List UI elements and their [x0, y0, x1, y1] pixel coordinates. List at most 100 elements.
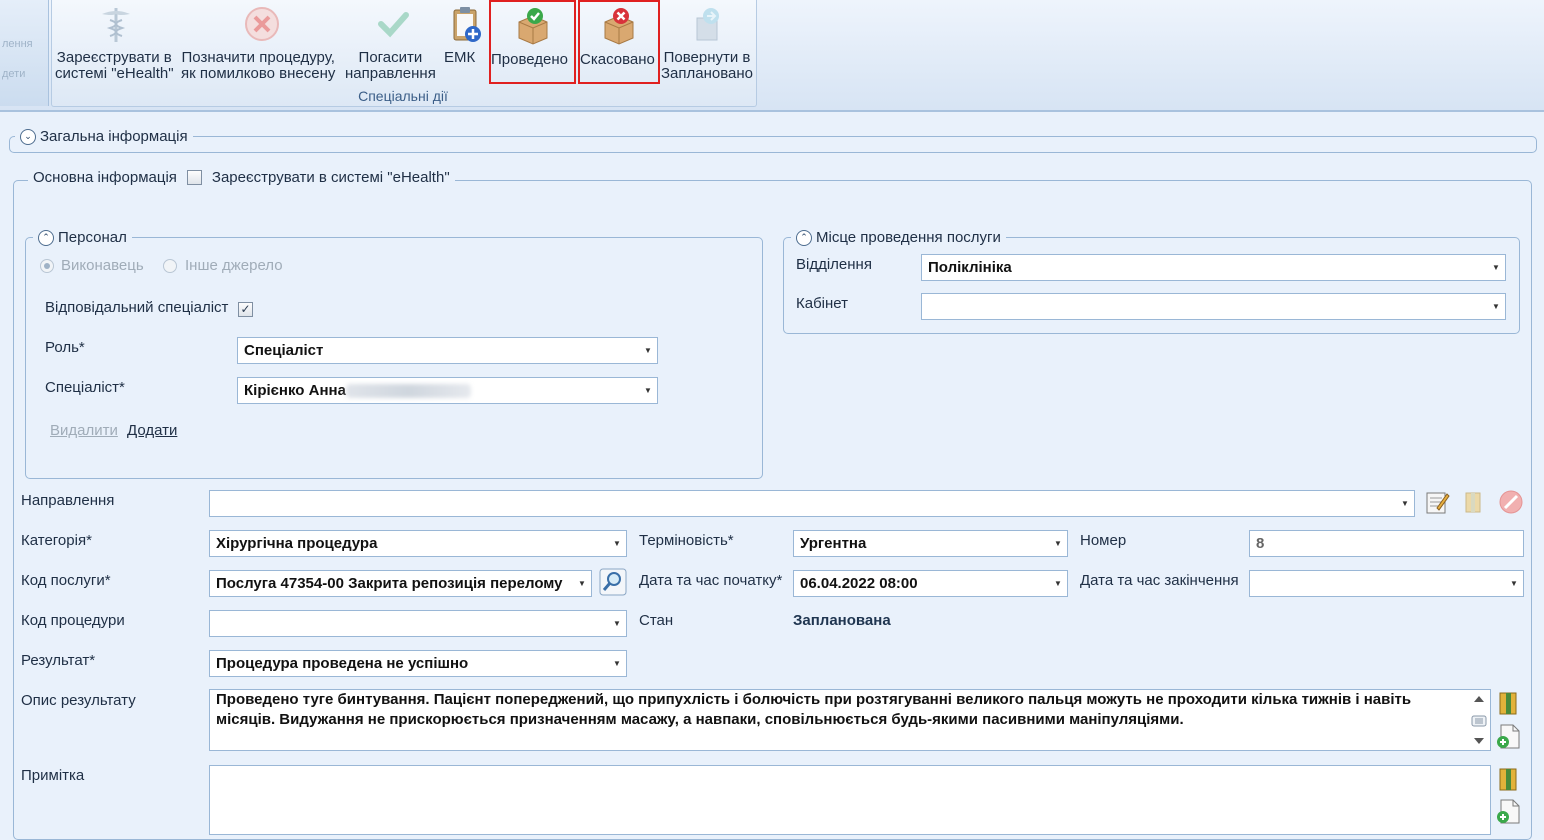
- chevron-down-icon[interactable]: ▼: [608, 611, 626, 636]
- close-referral-button[interactable]: Погасити направлення: [345, 0, 441, 84]
- return-to-planned-button[interactable]: Повернути в Заплановано: [661, 0, 753, 84]
- place-header[interactable]: ⌃ Місце проведення послуги: [791, 229, 1006, 246]
- ehealth-checkbox-label: Зареєструвати в системі "eHealth": [211, 169, 450, 186]
- department-label: Відділення: [796, 256, 872, 273]
- done-label: Проведено: [491, 51, 568, 68]
- procedure-code-select[interactable]: ▼: [209, 610, 627, 637]
- end-datetime-select[interactable]: ▼: [1249, 570, 1524, 597]
- box-check-icon: [513, 6, 553, 46]
- referral-label: Направлення: [21, 492, 115, 509]
- other-source-radio[interactable]: [163, 259, 177, 273]
- role-label: Роль*: [45, 339, 85, 356]
- edit-referral-icon[interactable]: [1423, 488, 1451, 516]
- responsible-specialist-checkbox[interactable]: ✓: [238, 302, 253, 317]
- cabinet-label: Кабінет: [796, 295, 849, 312]
- chevron-down-icon[interactable]: ▼: [608, 531, 626, 556]
- general-info-title: Загальна інформація: [40, 128, 188, 145]
- clear-icon[interactable]: [1497, 488, 1525, 516]
- add-document-icon[interactable]: [1495, 722, 1523, 750]
- specialist-label: Спеціаліст*: [45, 379, 125, 396]
- specialist-value: Кірієнко Анна: [244, 382, 346, 399]
- box-cancel-icon: [599, 6, 639, 46]
- result-select[interactable]: Процедура проведена не успішно ▼: [209, 650, 627, 677]
- delete-link[interactable]: Видалити: [50, 422, 118, 439]
- referral-select[interactable]: ▼: [209, 490, 1415, 517]
- category-label: Категорія*: [21, 532, 92, 549]
- executor-radio-label: Виконавець: [61, 257, 144, 274]
- register-ehealth-label: Зареєструвати в системі "eHealth": [55, 49, 174, 82]
- book-icon[interactable]: [1460, 488, 1488, 516]
- chevron-down-icon[interactable]: ▼: [608, 651, 626, 676]
- result-value: Процедура проведена не успішно: [216, 655, 469, 672]
- ribbon-left-ghost-label: лення: [2, 38, 33, 50]
- service-code-label: Код послуги*: [21, 572, 111, 589]
- chevron-down-icon[interactable]: ▼: [639, 378, 657, 403]
- search-icon[interactable]: [599, 568, 627, 596]
- checkmark-icon: [373, 4, 413, 44]
- ehealth-checkbox[interactable]: [186, 170, 202, 185]
- urgency-label: Терміновість*: [639, 532, 734, 549]
- start-datetime-label: Дата та час початку*: [639, 572, 783, 589]
- redacted-name: [345, 384, 471, 399]
- service-code-select[interactable]: Послуга 47354-00 Закрита репозиція перел…: [209, 570, 592, 597]
- add-link[interactable]: Додати: [127, 422, 177, 439]
- general-info-header[interactable]: ⌄ Загальна інформація: [15, 128, 193, 145]
- general-info-frame: [9, 136, 1537, 153]
- chevron-down-icon[interactable]: ▼: [1049, 531, 1067, 556]
- urgency-select[interactable]: Ургентна ▼: [793, 530, 1068, 557]
- start-datetime-value: 06.04.2022 08:00: [800, 575, 918, 592]
- service-code-value: Послуга 47354-00 Закрита репозиція перел…: [216, 575, 563, 592]
- chevron-down-icon[interactable]: ▼: [639, 338, 657, 363]
- main-info-header: Основна інформація Зареєструвати в систе…: [28, 169, 455, 186]
- chevron-down-icon[interactable]: ▼: [1505, 571, 1523, 596]
- state-label: Стан: [639, 612, 674, 629]
- state-value: Запланована: [793, 612, 891, 629]
- number-field[interactable]: 8: [1249, 530, 1524, 557]
- ribbon-left-group: лення дети: [0, 0, 49, 106]
- chevron-down-icon[interactable]: ▼: [1049, 571, 1067, 596]
- result-description-label: Опис результату: [21, 692, 136, 709]
- emk-button[interactable]: ЕМК: [444, 0, 488, 84]
- cancel-circle-icon: [242, 4, 282, 44]
- role-select[interactable]: Спеціаліст ▼: [237, 337, 658, 364]
- mark-erroneous-label: Позначити процедуру, як помилково внесен…: [181, 49, 336, 82]
- personnel-header[interactable]: ⌃ Персонал: [33, 229, 132, 246]
- category-select[interactable]: Хірургічна процедура ▼: [209, 530, 627, 557]
- chevron-down-icon[interactable]: ▼: [1487, 255, 1505, 280]
- collapse-icon[interactable]: ⌃: [38, 229, 54, 246]
- cabinet-select[interactable]: ▼: [921, 293, 1506, 320]
- collapse-icon[interactable]: ⌃: [796, 229, 812, 246]
- chevron-down-icon[interactable]: ▼: [1487, 294, 1505, 319]
- chevron-down-icon[interactable]: ▼: [1396, 491, 1414, 516]
- close-referral-label: Погасити направлення: [345, 49, 436, 82]
- result-description-textarea[interactable]: Проведено туге бинтування. Пацієнт попер…: [209, 689, 1491, 751]
- return-to-planned-label: Повернути в Заплановано: [661, 49, 754, 82]
- mark-erroneous-button[interactable]: Позначити процедуру, як помилково внесен…: [181, 0, 343, 84]
- category-value: Хірургічна процедура: [216, 535, 378, 552]
- ribbon-group-label: Спеціальні дії: [358, 88, 448, 104]
- place-title: Місце проведення послуги: [816, 229, 1001, 246]
- templates-book-icon[interactable]: [1495, 689, 1523, 717]
- cancelled-button[interactable]: Скасовано: [578, 0, 660, 84]
- done-button[interactable]: Проведено: [489, 0, 576, 84]
- templates-book-icon[interactable]: [1495, 765, 1523, 793]
- emk-label: ЕМК: [444, 49, 476, 66]
- cancelled-label: Скасовано: [580, 51, 655, 68]
- note-label: Примітка: [21, 767, 85, 784]
- result-description-value: Проведено туге бинтування. Пацієнт попер…: [216, 691, 1412, 728]
- specialist-select[interactable]: Кірієнко Анна ▼: [237, 377, 658, 404]
- collapse-icon[interactable]: ⌄: [20, 128, 36, 145]
- department-select[interactable]: Поліклініка ▼: [921, 254, 1506, 281]
- ribbon-left-ghost-label: дети: [2, 68, 26, 80]
- start-datetime-select[interactable]: 06.04.2022 08:00 ▼: [793, 570, 1068, 597]
- end-datetime-label: Дата та час закінчення: [1080, 572, 1239, 589]
- chevron-down-icon[interactable]: ▼: [573, 571, 591, 596]
- caduceus-icon: [96, 4, 136, 44]
- responsible-specialist-label: Відповідальний спеціаліст: [45, 299, 229, 316]
- personnel-title: Персонал: [58, 229, 127, 246]
- register-ehealth-button[interactable]: Зареєструвати в системі "eHealth": [55, 0, 177, 84]
- note-textarea[interactable]: [209, 765, 1491, 835]
- scrollbar[interactable]: [1470, 692, 1488, 748]
- number-value: 8: [1256, 535, 1265, 552]
- executor-radio[interactable]: [40, 259, 54, 273]
